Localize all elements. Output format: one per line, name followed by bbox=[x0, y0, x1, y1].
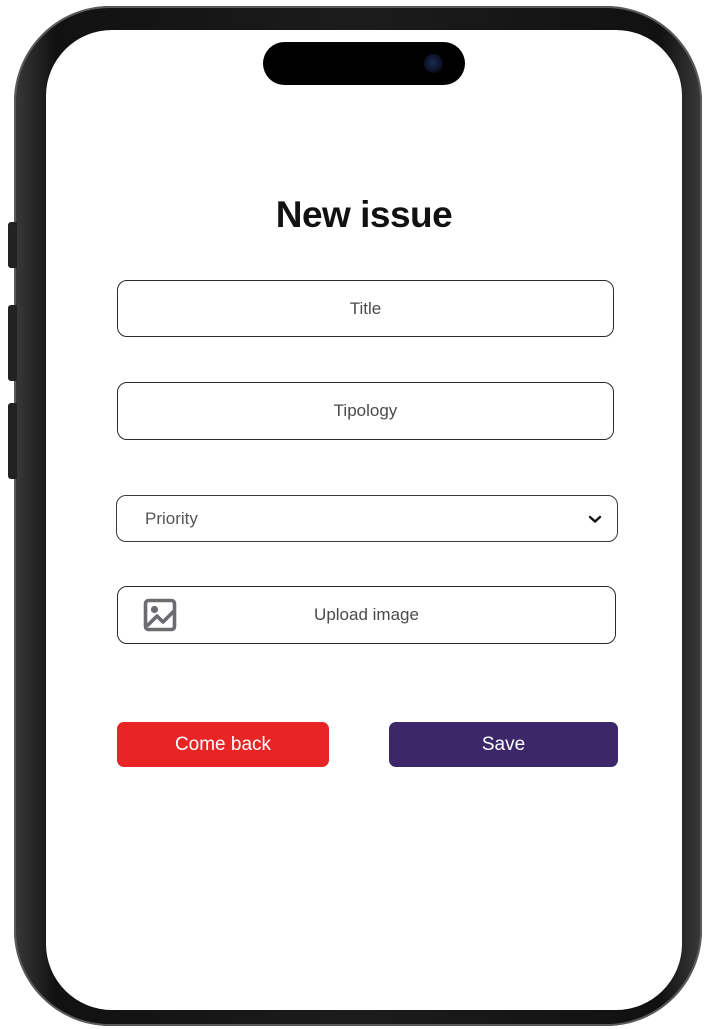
volume-down-button bbox=[8, 403, 17, 479]
dynamic-island bbox=[263, 42, 465, 85]
upload-image-label: Upload image bbox=[314, 605, 419, 624]
save-button[interactable]: Save bbox=[389, 722, 618, 767]
silent-switch bbox=[8, 222, 17, 268]
title-input[interactable]: Title bbox=[117, 280, 614, 337]
screen: New issue Title Tipology Priority Upload… bbox=[46, 30, 682, 1010]
come-back-button[interactable]: Come back bbox=[117, 722, 329, 767]
title-placeholder: Title bbox=[349, 298, 382, 318]
page-title: New issue bbox=[275, 194, 453, 235]
chevron-down-icon[interactable] bbox=[587, 511, 603, 527]
typology-input[interactable]: Tipology bbox=[117, 382, 614, 440]
volume-up-button bbox=[8, 305, 17, 381]
upload-image-button[interactable]: Upload image bbox=[117, 586, 616, 644]
camera-icon bbox=[424, 54, 443, 73]
typology-placeholder: Tipology bbox=[333, 401, 398, 420]
priority-select[interactable]: Priority bbox=[116, 495, 618, 542]
priority-value: Priority bbox=[145, 508, 198, 528]
